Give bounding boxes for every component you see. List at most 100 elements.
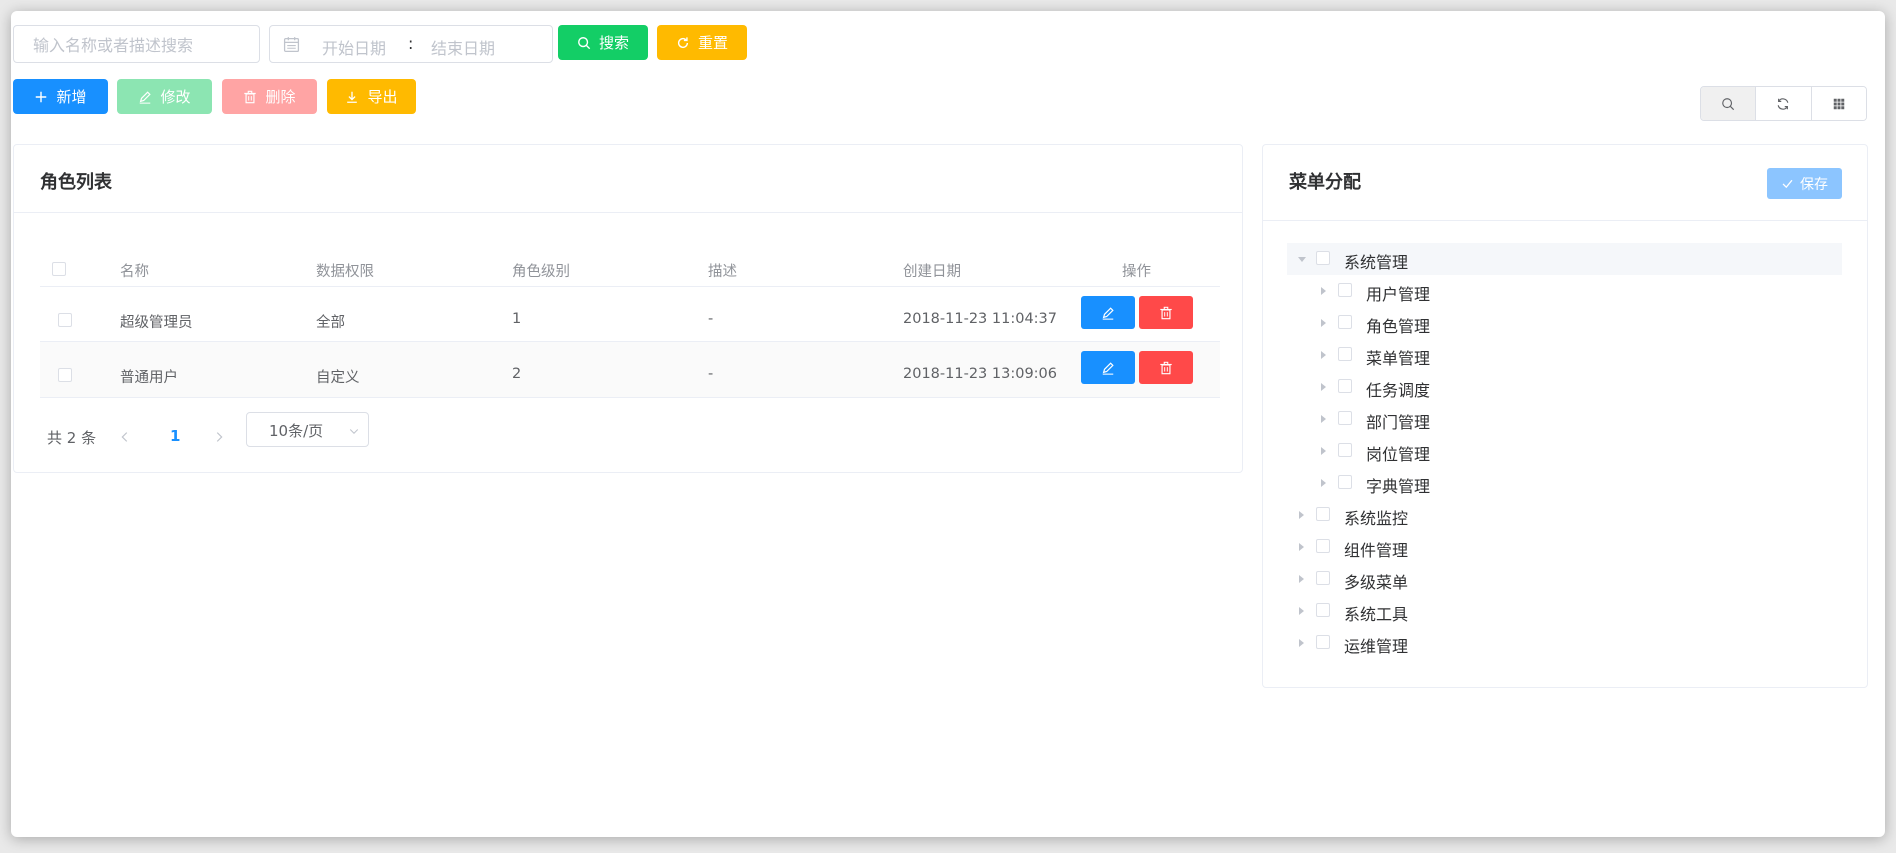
edit-icon bbox=[140, 90, 152, 104]
date-end-field[interactable]: 结束日期 bbox=[431, 35, 495, 59]
tree-node-checkbox[interactable] bbox=[1338, 283, 1352, 297]
edit-icon bbox=[1102, 361, 1114, 375]
tree-node-ops-management[interactable]: 运维管理 bbox=[1287, 627, 1842, 659]
role-data-scope: 自定义 bbox=[316, 370, 360, 386]
tree-node-checkbox[interactable] bbox=[1316, 603, 1330, 617]
export-button[interactable]: 导出 bbox=[327, 79, 416, 114]
tree-node-checkbox[interactable] bbox=[1316, 539, 1330, 553]
tree-node-system-management[interactable]: 系统管理 bbox=[1287, 243, 1842, 275]
row-delete-button[interactable] bbox=[1139, 351, 1193, 384]
search-button-label: 搜索 bbox=[598, 34, 629, 52]
save-button[interactable]: 保存 bbox=[1767, 168, 1842, 199]
edit-button[interactable]: 修改 bbox=[117, 79, 212, 114]
tree-node-role-management[interactable]: 角色管理 bbox=[1287, 307, 1842, 339]
tree-node-label: 角色管理 bbox=[1366, 317, 1431, 336]
tree-node-dictionary-management[interactable]: 字典管理 bbox=[1287, 467, 1842, 499]
row-delete-button[interactable] bbox=[1139, 296, 1193, 329]
caret-right-icon[interactable] bbox=[1321, 415, 1326, 423]
role-level: 2 bbox=[512, 366, 522, 382]
caret-right-icon[interactable] bbox=[1299, 639, 1304, 647]
tree-node-user-management[interactable]: 用户管理 bbox=[1287, 275, 1842, 307]
tree-node-checkbox[interactable] bbox=[1338, 411, 1352, 425]
caret-right-icon[interactable] bbox=[1321, 287, 1326, 295]
role-created: 2018-11-23 11:04:37 bbox=[903, 311, 1057, 327]
chevron-right-icon[interactable] bbox=[212, 430, 226, 444]
page-size-value: 10条/页 bbox=[269, 422, 324, 440]
app-window: 输入名称或者描述搜索 开始日期 : 结束日期 搜索 重置 新增 修改 删除 导出… bbox=[11, 11, 1885, 837]
tree-node-position-management[interactable]: 岗位管理 bbox=[1287, 435, 1842, 467]
caret-right-icon[interactable] bbox=[1321, 319, 1326, 327]
refresh-icon bbox=[677, 36, 689, 48]
tree-node-checkbox[interactable] bbox=[1338, 475, 1352, 489]
add-button-label: 新增 bbox=[56, 88, 87, 106]
tree-node-task-scheduling[interactable]: 任务调度 bbox=[1287, 371, 1842, 403]
tree-node-checkbox[interactable] bbox=[1316, 251, 1330, 265]
date-separator: : bbox=[408, 34, 414, 53]
row-checkbox[interactable] bbox=[58, 313, 72, 327]
add-button[interactable]: 新增 bbox=[13, 79, 108, 114]
search-input-placeholder: 输入名称或者描述搜索 bbox=[33, 36, 194, 55]
page-size-select[interactable]: 10条/页 bbox=[246, 412, 369, 447]
reset-button[interactable]: 重置 bbox=[657, 25, 747, 60]
row-edit-button[interactable] bbox=[1081, 351, 1135, 384]
tree-node-menu-management[interactable]: 菜单管理 bbox=[1287, 339, 1842, 371]
refresh-table-button[interactable] bbox=[1755, 87, 1811, 120]
chevron-left-icon[interactable] bbox=[118, 430, 132, 444]
trash-icon bbox=[1160, 306, 1172, 319]
caret-right-icon[interactable] bbox=[1321, 351, 1326, 359]
column-header-created: 创建日期 bbox=[903, 264, 961, 280]
tree-node-multilevel-menu[interactable]: 多级菜单 bbox=[1287, 563, 1842, 595]
menu-assign-panel: 菜单分配 保存 系统管理 用户管理 角色管理 菜单管理 任务调度 部门管理 岗位… bbox=[1262, 144, 1868, 688]
date-range-picker[interactable]: 开始日期 : 结束日期 bbox=[269, 25, 553, 63]
tree-node-checkbox[interactable] bbox=[1316, 571, 1330, 585]
caret-right-icon[interactable] bbox=[1321, 383, 1326, 391]
tree-node-component-management[interactable]: 组件管理 bbox=[1287, 531, 1842, 563]
tree-node-label: 系统管理 bbox=[1344, 253, 1409, 272]
column-header-actions: 操作 bbox=[1122, 264, 1151, 280]
column-header-description: 描述 bbox=[708, 264, 737, 280]
caret-right-icon[interactable] bbox=[1321, 447, 1326, 455]
panel-divider bbox=[14, 212, 1242, 213]
search-icon bbox=[1722, 97, 1735, 110]
tree-node-label: 任务调度 bbox=[1366, 381, 1431, 400]
delete-button[interactable]: 删除 bbox=[222, 79, 317, 114]
export-button-label: 导出 bbox=[367, 88, 398, 106]
row-checkbox[interactable] bbox=[58, 368, 72, 382]
tree-node-label: 系统监控 bbox=[1344, 509, 1409, 528]
tree-node-checkbox[interactable] bbox=[1316, 507, 1330, 521]
save-button-label: 保存 bbox=[1800, 176, 1828, 193]
row-edit-button[interactable] bbox=[1081, 296, 1135, 329]
tree-node-checkbox[interactable] bbox=[1316, 635, 1330, 649]
caret-right-icon[interactable] bbox=[1299, 511, 1304, 519]
caret-down-icon[interactable] bbox=[1298, 257, 1306, 262]
reset-button-label: 重置 bbox=[697, 34, 728, 52]
columns-button[interactable] bbox=[1810, 87, 1866, 120]
tree-node-label: 字典管理 bbox=[1366, 477, 1431, 496]
caret-right-icon[interactable] bbox=[1299, 575, 1304, 583]
role-created: 2018-11-23 13:09:06 bbox=[903, 366, 1057, 382]
calendar-icon bbox=[283, 37, 300, 53]
tree-node-checkbox[interactable] bbox=[1338, 315, 1352, 329]
search-button[interactable]: 搜索 bbox=[558, 25, 648, 60]
date-start-field[interactable]: 开始日期 bbox=[322, 35, 386, 59]
trash-icon bbox=[1160, 361, 1172, 374]
tree-node-checkbox[interactable] bbox=[1338, 347, 1352, 361]
caret-right-icon[interactable] bbox=[1299, 543, 1304, 551]
caret-right-icon[interactable] bbox=[1299, 607, 1304, 615]
tree-node-label: 岗位管理 bbox=[1366, 445, 1431, 464]
tree-node-label: 系统工具 bbox=[1344, 605, 1409, 624]
tree-node-system-tools[interactable]: 系统工具 bbox=[1287, 595, 1842, 627]
caret-right-icon[interactable] bbox=[1321, 479, 1326, 487]
tree-node-label: 部门管理 bbox=[1366, 413, 1431, 432]
search-input[interactable]: 输入名称或者描述搜索 bbox=[13, 25, 260, 63]
table-tools bbox=[1700, 86, 1867, 121]
tree-node-department-management[interactable]: 部门管理 bbox=[1287, 403, 1842, 435]
tree-node-label: 运维管理 bbox=[1344, 637, 1409, 656]
select-all-checkbox[interactable] bbox=[52, 262, 66, 276]
pagination-current-page[interactable]: 1 bbox=[170, 427, 180, 445]
tree-node-checkbox[interactable] bbox=[1338, 379, 1352, 393]
tree-node-checkbox[interactable] bbox=[1338, 443, 1352, 457]
tree-node-system-monitoring[interactable]: 系统监控 bbox=[1287, 499, 1842, 531]
column-header-level: 角色级别 bbox=[512, 264, 570, 280]
toggle-search-button[interactable] bbox=[1701, 87, 1756, 120]
